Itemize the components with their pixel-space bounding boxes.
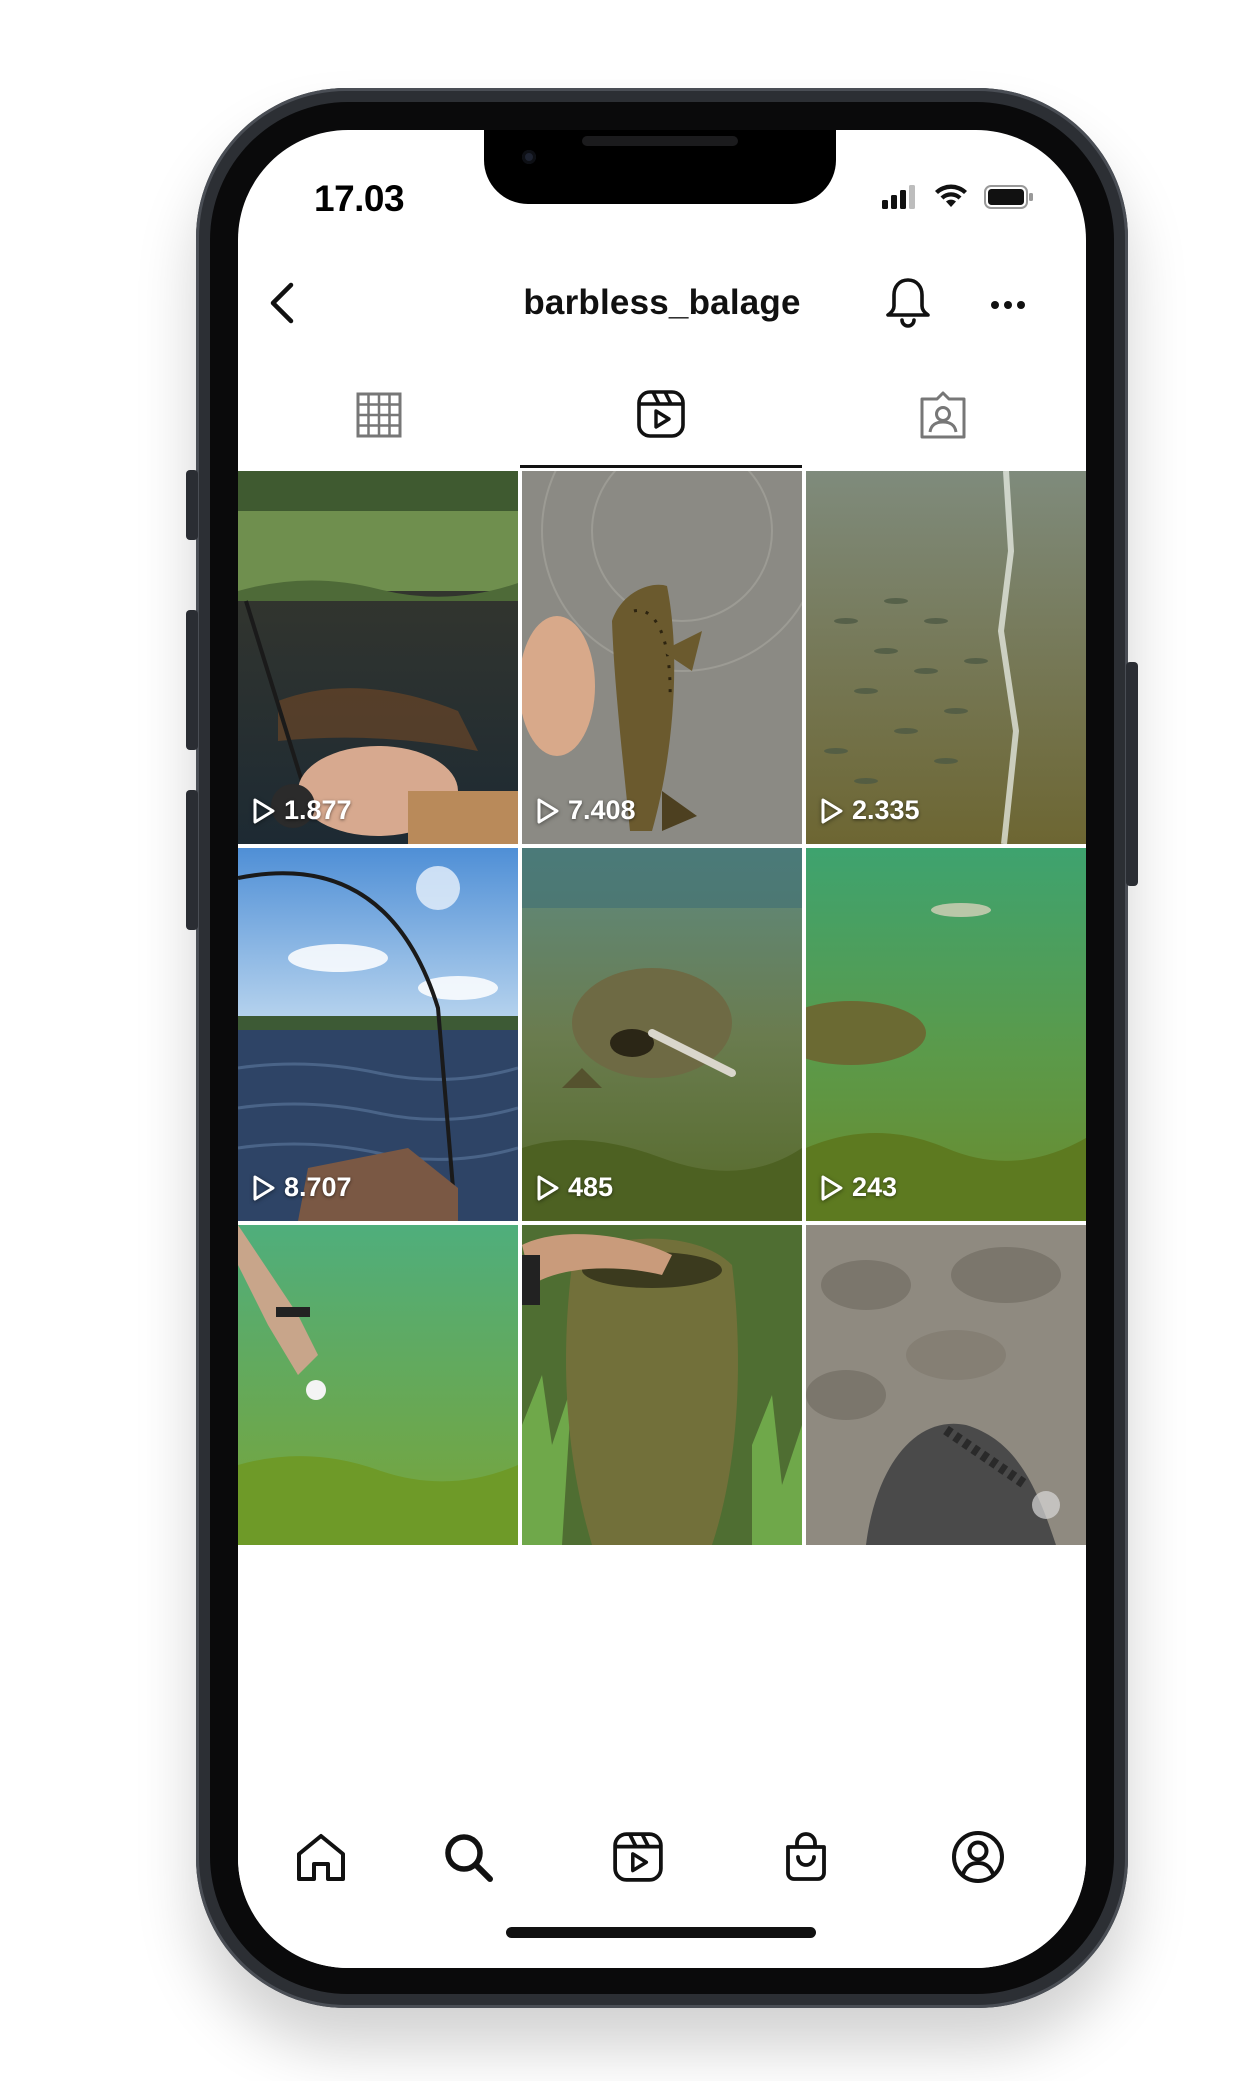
view-count: 7.408 xyxy=(536,795,636,826)
volume-up-button xyxy=(186,610,198,750)
view-count: 8.707 xyxy=(252,1172,352,1203)
reels-icon xyxy=(613,1832,663,1882)
status-time: 17.03 xyxy=(314,178,405,219)
nav-reels[interactable] xyxy=(598,1817,678,1897)
reel-tile-7[interactable] xyxy=(238,1225,518,1545)
view-count-text: 485 xyxy=(568,1172,614,1202)
profile-header: barbless_balage xyxy=(238,255,1086,355)
play-icon xyxy=(537,798,559,823)
notch xyxy=(484,130,836,204)
view-count-text: 1.877 xyxy=(284,795,352,825)
reel-thumbnail xyxy=(238,848,518,1221)
play-icon xyxy=(253,1175,275,1200)
cellular-signal-icon xyxy=(882,185,915,209)
earpiece-speaker xyxy=(582,136,738,146)
nav-profile[interactable] xyxy=(938,1817,1018,1897)
view-count: 1.877 xyxy=(252,795,352,826)
view-count: 243 xyxy=(820,1172,897,1203)
profile-icon xyxy=(952,1831,1004,1883)
wifi-icon xyxy=(935,184,967,207)
grid-icon xyxy=(356,392,402,438)
reel-thumbnail xyxy=(522,848,802,1221)
bell-icon xyxy=(886,278,930,328)
reel-thumbnail xyxy=(806,471,1086,844)
more-options-button[interactable] xyxy=(978,275,1038,335)
notifications-button[interactable] xyxy=(878,269,938,335)
reel-tile-2[interactable]: 7.408 xyxy=(522,471,802,844)
front-camera xyxy=(522,150,536,164)
power-button xyxy=(1126,662,1138,886)
reel-tile-6[interactable]: 243 xyxy=(806,848,1086,1221)
reel-thumbnail xyxy=(238,471,518,844)
reel-tile-3[interactable]: 2.335 xyxy=(806,471,1086,844)
mute-switch xyxy=(186,470,198,540)
reel-tile-9[interactable] xyxy=(806,1225,1086,1545)
reel-tile-8[interactable] xyxy=(522,1225,802,1545)
phone-screen: 17.03 barbless_balage 1.877 7.408 2.335 … xyxy=(238,130,1086,1968)
view-count-text: 7.408 xyxy=(568,795,636,825)
tagged-icon xyxy=(920,391,966,439)
view-count-text: 2.335 xyxy=(852,795,920,825)
view-count-text: 8.707 xyxy=(284,1172,352,1202)
reel-thumbnail xyxy=(522,1225,802,1545)
tab-posts-grid[interactable] xyxy=(238,362,520,468)
reel-thumbnail xyxy=(238,1225,518,1545)
reels-icon xyxy=(637,389,685,438)
tab-reels[interactable] xyxy=(520,362,802,468)
home-icon xyxy=(297,1834,345,1881)
search-icon xyxy=(445,1834,493,1882)
bottom-navigation xyxy=(238,1795,1086,1968)
view-count-text: 243 xyxy=(852,1172,898,1202)
play-icon xyxy=(821,1175,843,1200)
profile-tabs xyxy=(238,362,1086,468)
nav-home[interactable] xyxy=(281,1817,361,1897)
more-options-icon xyxy=(991,301,1025,309)
tab-tagged[interactable] xyxy=(802,362,1084,468)
profile-username: barbless_balage xyxy=(523,283,801,322)
nav-shop[interactable] xyxy=(766,1817,846,1897)
reel-tile-4[interactable]: 8.707 xyxy=(238,848,518,1221)
reel-thumbnail xyxy=(806,848,1086,1221)
home-indicator[interactable] xyxy=(506,1927,816,1938)
play-icon xyxy=(821,798,843,823)
reel-thumbnail xyxy=(806,1225,1086,1545)
status-icons xyxy=(882,182,1034,212)
view-count: 2.335 xyxy=(820,795,920,826)
reels-grid: 1.877 7.408 2.335 8.707 485 243 xyxy=(238,471,1086,1795)
view-count: 485 xyxy=(536,1172,613,1203)
volume-down-button xyxy=(186,790,198,930)
shop-icon xyxy=(786,1832,826,1881)
nav-search[interactable] xyxy=(428,1817,508,1897)
play-icon xyxy=(537,1175,559,1200)
reel-tile-5[interactable]: 485 xyxy=(522,848,802,1221)
reel-thumbnail xyxy=(522,471,802,844)
play-icon xyxy=(253,798,275,823)
battery-icon xyxy=(984,185,1033,209)
reel-tile-1[interactable]: 1.877 xyxy=(238,471,518,844)
